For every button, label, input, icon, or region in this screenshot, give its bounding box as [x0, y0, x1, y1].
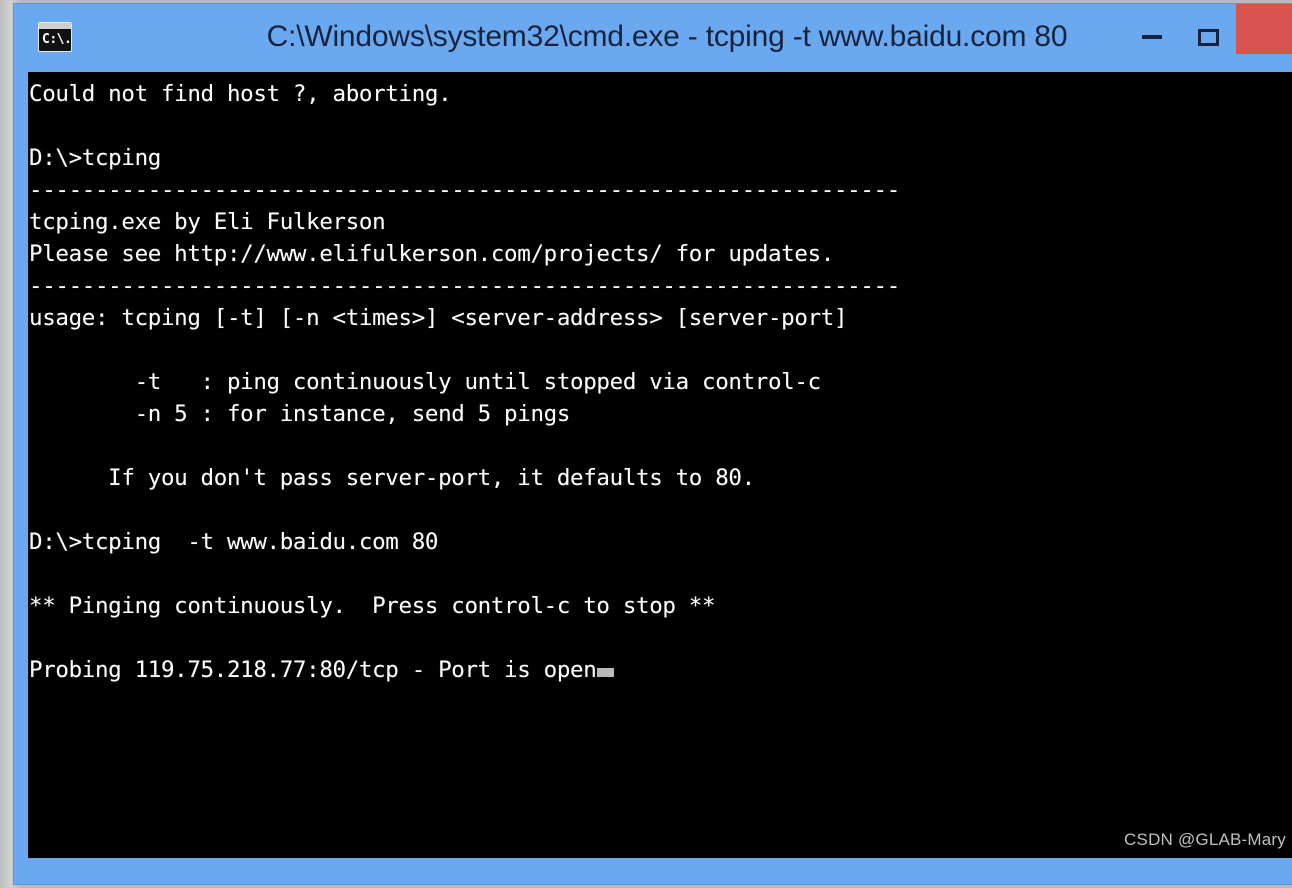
window-controls	[1124, 4, 1292, 70]
maximize-button[interactable]	[1180, 4, 1236, 70]
maximize-icon	[1197, 28, 1219, 46]
watermark-label: CSDN @GLAB-Mary	[1124, 830, 1286, 849]
window-title: C:\Windows\system32\cmd.exe - tcping -t …	[266, 20, 1068, 53]
close-button[interactable]	[1236, 4, 1292, 54]
cmd-window[interactable]: C:\. C:\Windows\system32\cmd.exe - tcpin…	[14, 4, 1292, 884]
minimize-button[interactable]	[1124, 4, 1180, 70]
text-cursor	[597, 668, 615, 677]
icon-prompt-glyph: C:\.	[42, 32, 72, 47]
window-titlebar[interactable]: C:\. C:\Windows\system32\cmd.exe - tcpin…	[14, 4, 1292, 70]
console-text: Could not find host ?, aborting. D:\>tcp…	[29, 81, 900, 683]
minimize-icon	[1142, 35, 1162, 39]
cmd-console-icon: C:\.	[38, 22, 72, 52]
console-output-area[interactable]: Could not find host ?, aborting. D:\>tcp…	[28, 72, 1292, 858]
